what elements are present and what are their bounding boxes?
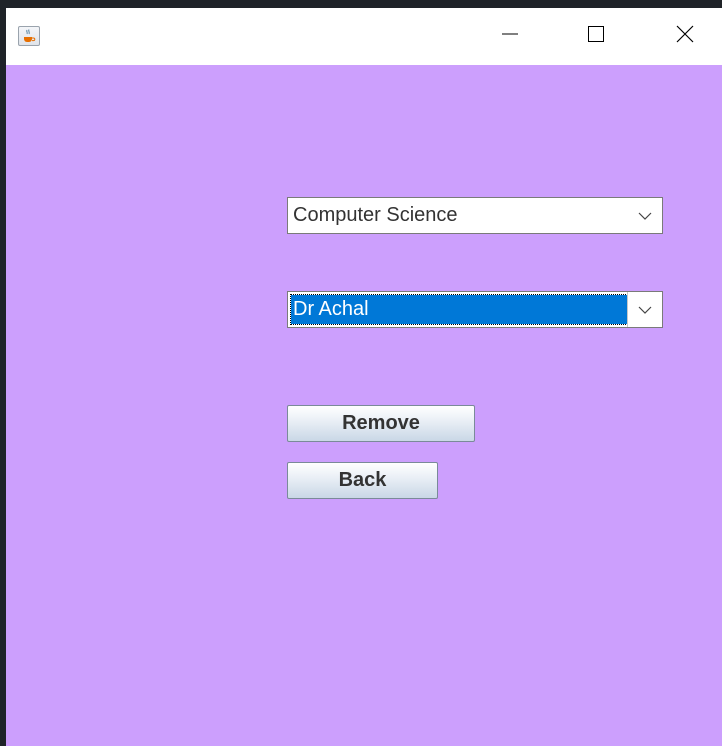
minimize-button[interactable] (487, 8, 533, 65)
close-button[interactable] (662, 8, 708, 65)
app-window: Computer Science Dr Achal Remove Back (6, 8, 722, 746)
title-bar[interactable] (6, 8, 722, 65)
back-button[interactable]: Back (287, 462, 438, 499)
remove-button[interactable]: Remove (287, 405, 475, 442)
chevron-down-icon[interactable] (628, 198, 662, 233)
maximize-button[interactable] (573, 8, 619, 65)
minimize-icon (500, 24, 520, 49)
department-select-value: Computer Science (293, 204, 458, 226)
form-panel: Computer Science Dr Achal Remove Back (6, 65, 722, 746)
department-select[interactable]: Computer Science (287, 197, 663, 234)
close-icon (675, 24, 695, 49)
maximize-icon (586, 24, 606, 49)
java-cup-icon[interactable] (18, 26, 40, 46)
chevron-down-icon[interactable] (627, 292, 662, 327)
faculty-select[interactable]: Dr Achal (287, 291, 663, 328)
faculty-select-value: Dr Achal (290, 294, 628, 325)
